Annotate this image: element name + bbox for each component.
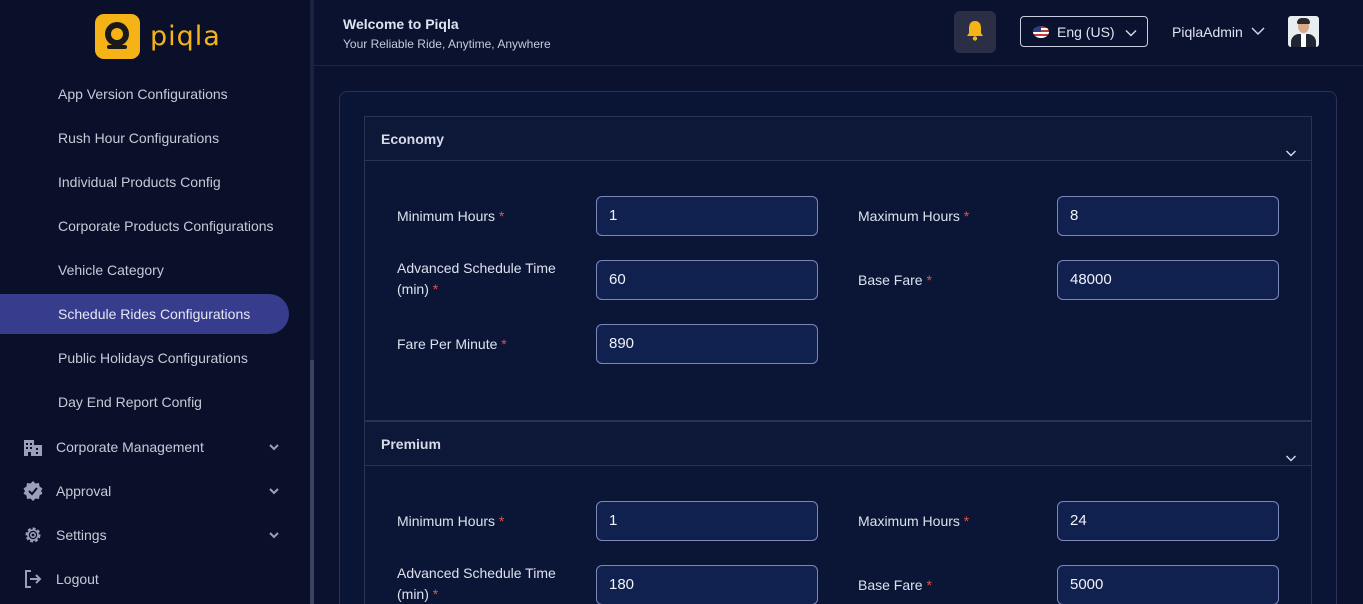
sidebar-item-label: Approval xyxy=(56,483,112,499)
economy-adv-time-input[interactable]: 60 xyxy=(596,260,818,300)
sidebar-item-app-version[interactable]: App Version Configurations xyxy=(0,72,310,116)
header: Welcome to Piqla Your Reliable Ride, Any… xyxy=(314,0,1363,66)
premium-base-fare-input[interactable]: 5000 xyxy=(1057,565,1279,604)
user-menu[interactable]: PiqlaAdmin xyxy=(1172,24,1265,40)
building-icon xyxy=(22,436,44,458)
economy-fare-per-minute-input[interactable]: 890 xyxy=(596,324,818,364)
economy-min-hours-input[interactable]: 1 xyxy=(596,196,818,236)
logout-icon xyxy=(22,568,44,590)
section-title: Economy xyxy=(381,131,445,147)
sidebar-item-corporate-management[interactable]: Corporate Management xyxy=(0,425,310,469)
language-select[interactable]: Eng (US) xyxy=(1020,16,1148,47)
us-flag-icon xyxy=(1033,25,1049,38)
sidebar-item-corporate-products[interactable]: Corporate Products Configurations xyxy=(0,204,310,248)
sidebar-item-label: Corporate Management xyxy=(56,439,204,455)
economy-base-fare-input[interactable]: 48000 xyxy=(1057,260,1279,300)
sidebar-item-settings[interactable]: Settings xyxy=(0,513,310,557)
bell-icon xyxy=(965,19,985,46)
economy-max-hours-input[interactable]: 8 xyxy=(1057,196,1279,236)
chevron-down-icon xyxy=(268,484,280,500)
logo[interactable]: piqla xyxy=(95,14,221,59)
chevron-down-icon xyxy=(268,528,280,544)
sidebar: piqla App Version Configurations Rush Ho… xyxy=(0,0,310,604)
premium-min-hours-input[interactable]: 1 xyxy=(596,501,818,541)
premium-section-header[interactable]: Premium xyxy=(365,422,1311,466)
max-hours-label: Maximum Hours * xyxy=(858,513,970,529)
adv-schedule-label: Advanced Schedule Time (min) * xyxy=(397,565,556,602)
sidebar-item-day-end-report[interactable]: Day End Report Config xyxy=(0,380,310,424)
economy-section-header[interactable]: Economy xyxy=(365,117,1311,161)
sidebar-item-individual-products[interactable]: Individual Products Config xyxy=(0,160,310,204)
sidebar-item-approval[interactable]: Approval xyxy=(0,469,310,513)
sidebar-item-label: Settings xyxy=(56,527,107,543)
fare-per-minute-label: Fare Per Minute * xyxy=(397,336,507,352)
sidebar-item-rush-hour[interactable]: Rush Hour Configurations xyxy=(0,116,310,160)
chevron-down-icon xyxy=(268,440,280,456)
base-fare-label: Base Fare * xyxy=(858,577,932,593)
logo-badge-icon xyxy=(95,14,140,59)
sidebar-scrollbar[interactable] xyxy=(310,0,314,604)
sidebar-item-label: Logout xyxy=(56,571,99,587)
avatar[interactable] xyxy=(1288,16,1319,47)
username: PiqlaAdmin xyxy=(1172,24,1243,40)
scrollbar-thumb[interactable] xyxy=(310,360,314,604)
premium-adv-time-input[interactable]: 180 xyxy=(596,565,818,604)
language-label: Eng (US) xyxy=(1057,23,1115,40)
max-hours-label: Maximum Hours * xyxy=(858,208,970,224)
adv-schedule-label: Advanced Schedule Time (min) * xyxy=(397,260,556,297)
chevron-down-icon xyxy=(1125,26,1137,42)
page-subtitle: Your Reliable Ride, Anytime, Anywhere xyxy=(343,37,551,51)
min-hours-label: Minimum Hours * xyxy=(397,513,505,529)
base-fare-label: Base Fare * xyxy=(858,272,932,288)
sidebar-item-schedule-rides[interactable]: Schedule Rides Configurations xyxy=(0,294,289,334)
chevron-down-icon xyxy=(1285,132,1297,176)
gear-icon xyxy=(22,524,44,546)
badge-check-icon xyxy=(22,480,44,502)
sidebar-mainnav: Corporate Management Approval Settings L… xyxy=(0,425,310,601)
sidebar-item-vehicle-category[interactable]: Vehicle Category xyxy=(0,248,310,292)
sidebar-subnav: App Version Configurations Rush Hour Con… xyxy=(0,72,310,424)
sidebar-item-logout[interactable]: Logout xyxy=(0,557,310,601)
chevron-down-icon xyxy=(1285,437,1297,481)
min-hours-label: Minimum Hours * xyxy=(397,208,505,224)
notifications-button[interactable] xyxy=(954,11,996,53)
logo-text: piqla xyxy=(150,21,221,52)
page-title: Welcome to Piqla xyxy=(343,16,459,32)
premium-max-hours-input[interactable]: 24 xyxy=(1057,501,1279,541)
chevron-down-icon xyxy=(1251,24,1265,40)
sidebar-item-public-holidays[interactable]: Public Holidays Configurations xyxy=(0,336,310,380)
section-title: Premium xyxy=(381,436,441,452)
